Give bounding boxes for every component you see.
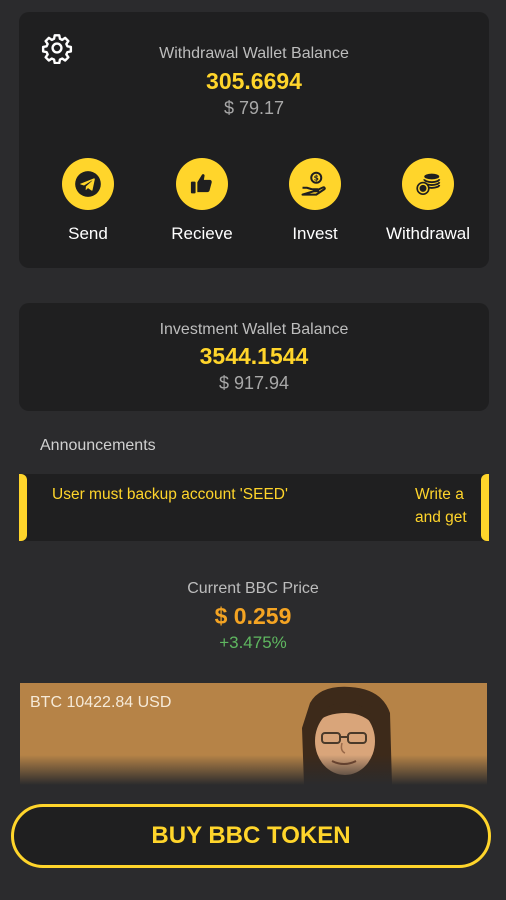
price-value: $ 0.259 [214,603,292,629]
ticker-right-bar [481,474,489,541]
btc-price-text: BTC 10422.84 USD [30,694,172,711]
price-change: +3.475% [219,633,287,652]
buy-bbc-token-button[interactable]: BUY BBC TOKEN [11,804,491,868]
withdrawal-wallet-card: Withdrawal Wallet Balance 305.6694 $ 79.… [19,12,489,268]
investment-wallet-title: Investment Wallet Balance [159,321,349,338]
withdrawal-button[interactable]: Withdrawal [373,158,483,244]
announcement-message-2-line1: Write a [415,486,464,503]
invest-label: Invest [292,224,338,243]
announcement-message: User must backup account 'SEED' [52,486,288,503]
investment-wallet-card: Investment Wallet Balance 3544.1544 $ 91… [19,303,489,411]
receive-label: Recieve [171,224,233,243]
withdrawal-wallet-amount: 305.6694 [206,68,302,94]
withdrawal-label: Withdrawal [385,224,471,243]
send-label: Send [68,224,108,243]
coin-stack-icon [402,158,454,210]
announcement-message-2-line2: and get [415,509,467,526]
telegram-send-icon [62,158,114,210]
ticker-left-bar [19,474,27,541]
investment-wallet-usd: $ 917.94 [218,373,290,393]
announcements-label: Announcements [40,437,156,454]
price-title: Current BBC Price [187,580,319,597]
investment-wallet-amount: 3544.1544 [199,343,309,369]
btc-banner[interactable]: BTC 10422.84 USD [20,683,487,785]
invest-button[interactable]: $ Invest [260,158,370,244]
withdrawal-wallet-usd: $ 79.17 [223,98,285,118]
announcement-ticker[interactable]: User must backup account 'SEED' Write a … [19,474,489,541]
hand-coin-icon: $ [289,158,341,210]
receive-button[interactable]: Recieve [147,158,257,244]
svg-text:$: $ [314,174,319,183]
send-button[interactable]: Send [33,158,143,244]
thumbs-up-icon [176,158,228,210]
withdrawal-wallet-title: Withdrawal Wallet Balance [159,45,349,62]
